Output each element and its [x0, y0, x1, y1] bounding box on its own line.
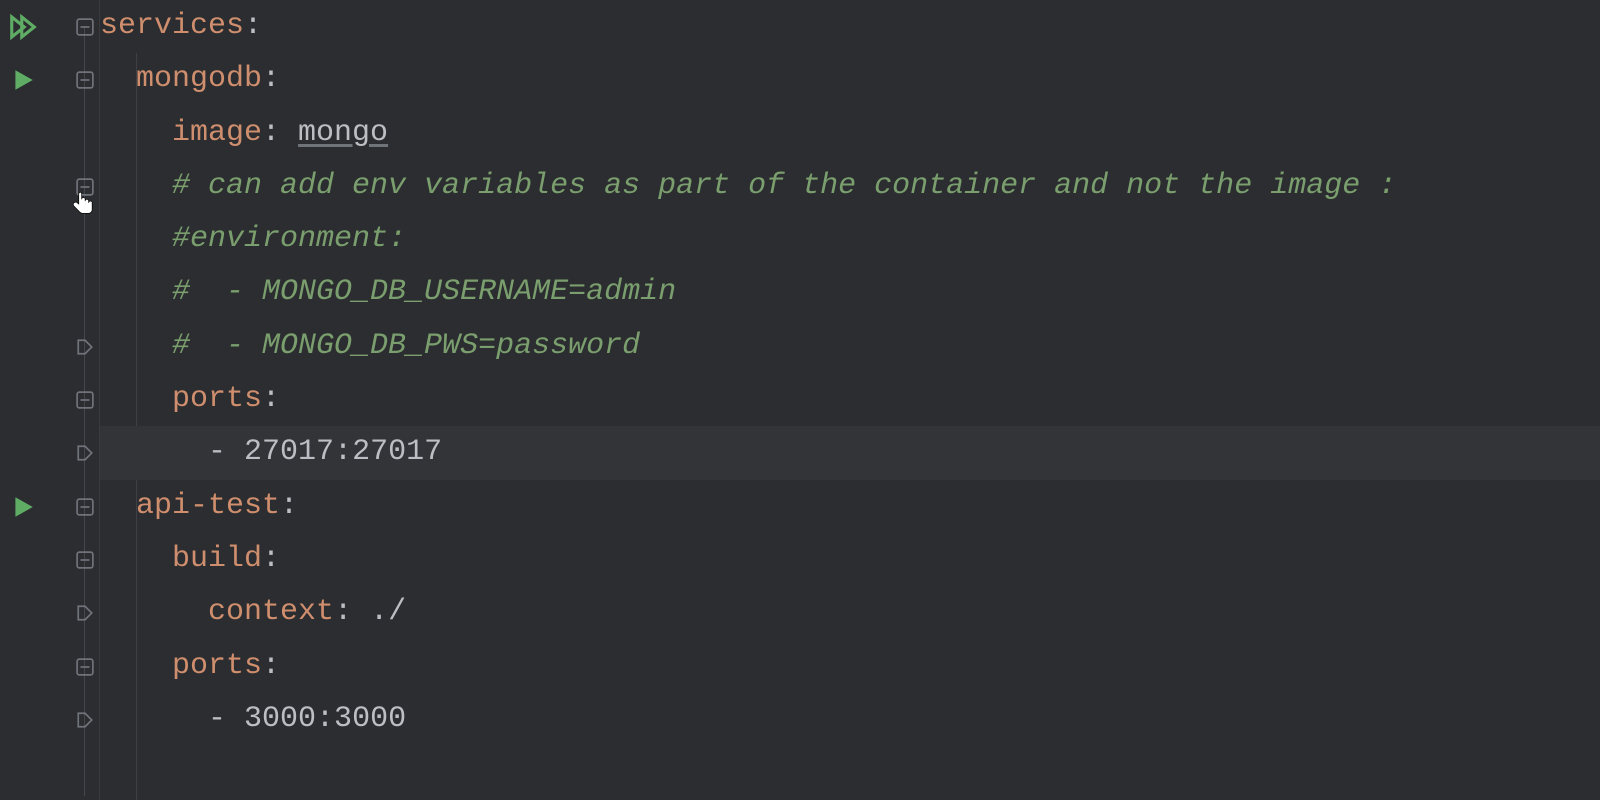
code-line[interactable]: context: ./ — [100, 586, 1600, 639]
code-line[interactable]: - 3000:3000 — [100, 693, 1600, 746]
fold-minus-icon[interactable] — [76, 71, 94, 89]
code-line[interactable]: #environment: — [100, 213, 1600, 266]
code-line[interactable]: ports: — [100, 373, 1600, 426]
fold-column — [70, 0, 100, 800]
code-line[interactable]: build: — [100, 533, 1600, 586]
yaml-colon: : — [262, 382, 280, 416]
code-editor: services: mongodb: image: mongo # can ad… — [0, 0, 1600, 800]
yaml-comment: # can add env variables as part of the c… — [172, 169, 1396, 203]
run-all-icon[interactable] — [8, 12, 38, 42]
yaml-key: ports — [172, 382, 262, 416]
fold-end-icon[interactable] — [76, 604, 94, 622]
yaml-colon: : — [262, 116, 298, 150]
fold-minus-icon[interactable] — [76, 391, 94, 409]
yaml-key: services — [100, 9, 244, 43]
yaml-key: build — [172, 542, 262, 576]
code-line[interactable]: image: mongo — [100, 107, 1600, 160]
fold-minus-icon[interactable] — [76, 551, 94, 569]
code-line[interactable]: # can add env variables as part of the c… — [100, 160, 1600, 213]
code-area[interactable]: services: mongodb: image: mongo # can ad… — [100, 0, 1600, 800]
yaml-value: ./ — [370, 595, 406, 629]
fold-minus-icon[interactable] — [76, 658, 94, 676]
code-line[interactable]: mongodb: — [100, 53, 1600, 106]
yaml-key: context — [208, 595, 334, 629]
yaml-value: 27017:27017 — [244, 435, 442, 469]
fold-end-icon[interactable] — [76, 338, 94, 356]
run-service-icon[interactable] — [10, 67, 36, 93]
yaml-value: mongo — [298, 116, 388, 150]
fold-minus-icon[interactable] — [76, 18, 94, 36]
yaml-colon: : — [262, 649, 280, 683]
yaml-key: api-test — [136, 489, 280, 523]
code-line-current[interactable]: - 27017:27017 — [100, 426, 1600, 479]
yaml-key: mongodb — [136, 62, 262, 96]
yaml-comment: # - MONGO_DB_PWS=password — [172, 329, 640, 363]
run-service-icon[interactable] — [10, 494, 36, 520]
fold-end-icon[interactable] — [76, 444, 94, 462]
yaml-colon: : — [244, 9, 262, 43]
fold-guide-line — [84, 26, 85, 796]
fold-minus-icon[interactable] — [76, 498, 94, 516]
pointer-cursor-icon — [70, 190, 98, 218]
code-line[interactable]: services: — [100, 0, 1600, 53]
yaml-dash: - — [208, 702, 244, 736]
yaml-colon: : — [280, 489, 298, 523]
fold-end-icon[interactable] — [76, 711, 94, 729]
yaml-comment: #environment: — [172, 222, 406, 256]
yaml-key: ports — [172, 649, 262, 683]
code-line[interactable]: api-test: — [100, 480, 1600, 533]
yaml-colon: : — [262, 542, 280, 576]
yaml-key: image — [172, 116, 262, 150]
code-line[interactable]: # - MONGO_DB_PWS=password — [100, 320, 1600, 373]
code-line[interactable]: # - MONGO_DB_USERNAME=admin — [100, 266, 1600, 319]
yaml-comment: # - MONGO_DB_USERNAME=admin — [172, 275, 676, 309]
yaml-colon: : — [262, 62, 280, 96]
gutter — [0, 0, 70, 800]
yaml-value: 3000:3000 — [244, 702, 406, 736]
yaml-colon: : — [334, 595, 370, 629]
code-line[interactable]: ports: — [100, 640, 1600, 693]
yaml-dash: - — [208, 435, 244, 469]
